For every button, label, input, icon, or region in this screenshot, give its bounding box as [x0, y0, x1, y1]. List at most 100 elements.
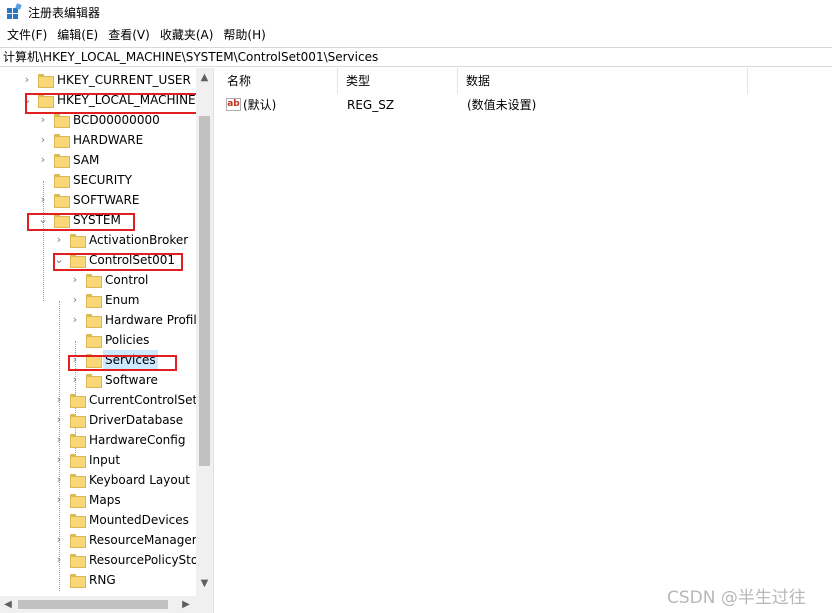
folder-icon — [54, 194, 70, 208]
tree-item-label: Hardware Profil — [105, 313, 197, 327]
tree-item-control[interactable]: › Control — [0, 270, 196, 290]
chevron-right-icon[interactable]: › — [69, 370, 81, 390]
tree-item-label: CurrentControlSet — [89, 393, 198, 407]
folder-icon — [54, 154, 70, 168]
tree-horizontal-scrollbar[interactable]: ◀ ▶ — [0, 596, 196, 613]
tree-item-resourcepolicystore[interactable]: › ResourcePolicySto — [0, 550, 199, 570]
tree-item-label: Software — [105, 373, 158, 387]
regedit-icon — [6, 3, 22, 20]
chevron-right-icon[interactable]: › — [53, 430, 65, 450]
tree-item-enum[interactable]: › Enum — [0, 290, 196, 310]
column-header-type[interactable]: 类型 — [338, 68, 458, 94]
menu-bar: 文件(F) 编辑(E) 查看(V) 收藏夹(A) 帮助(H) — [0, 24, 832, 46]
chevron-right-icon[interactable]: › — [53, 530, 65, 550]
tree-item-input[interactable]: › Input — [0, 450, 196, 470]
tree-item-label: ResourcePolicySto — [89, 553, 199, 567]
menu-file[interactable]: 文件(F) — [2, 24, 52, 46]
folder-icon — [70, 514, 86, 528]
tree-item-currentcontrolset[interactable]: › CurrentControlSet — [0, 390, 198, 410]
tree-item-maps[interactable]: › Maps — [0, 490, 196, 510]
tree-item-label: HARDWARE — [73, 133, 144, 147]
chevron-right-icon[interactable]: › — [37, 190, 49, 210]
tree-item-policies[interactable]: Policies — [0, 330, 196, 350]
tree-item-label: ActivationBroker — [89, 233, 189, 247]
folder-icon — [70, 494, 86, 508]
chevron-right-icon[interactable]: › — [21, 70, 33, 90]
folder-icon — [70, 474, 86, 488]
folder-icon — [86, 294, 102, 308]
tree-item-security[interactable]: SECURITY — [0, 170, 196, 190]
folder-icon — [70, 454, 86, 468]
folder-icon — [54, 174, 70, 188]
tree-item-label: Keyboard Layout — [89, 473, 191, 487]
scrollbar-corner — [196, 596, 213, 613]
menu-favorites[interactable]: 收藏夹(A) — [155, 24, 219, 46]
annotation-box-hklm — [25, 93, 200, 114]
menu-edit[interactable]: 编辑(E) — [52, 24, 103, 46]
annotation-box-services — [68, 355, 177, 371]
tree-expander — [37, 170, 49, 190]
tree-item-sam[interactable]: › SAM — [0, 150, 196, 170]
scroll-thumb[interactable] — [199, 116, 210, 466]
column-header-name[interactable]: 名称 — [219, 68, 338, 94]
scroll-right-icon[interactable]: ▶ — [178, 596, 194, 613]
tree-item-keyboard-layout[interactable]: › Keyboard Layout — [0, 470, 196, 490]
chevron-right-icon[interactable]: › — [53, 230, 65, 250]
scroll-left-icon[interactable]: ◀ — [0, 596, 16, 613]
tree-item-label: HKEY_CURRENT_USER — [57, 73, 191, 87]
string-value-icon: ab — [226, 98, 241, 111]
value-row[interactable]: ab (默认) REG_SZ (数值未设置) — [219, 95, 832, 115]
tree-item-mounteddevices[interactable]: MountedDevices — [0, 510, 196, 530]
tree-expander — [53, 570, 65, 590]
chevron-right-icon[interactable]: › — [69, 310, 81, 330]
chevron-right-icon[interactable]: › — [53, 550, 65, 570]
chevron-right-icon[interactable]: › — [53, 490, 65, 510]
tree-item-label: MountedDevices — [89, 513, 189, 527]
column-header-data[interactable]: 数据 — [458, 68, 748, 94]
scroll-thumb[interactable] — [18, 600, 168, 609]
tree-expander — [53, 510, 65, 530]
menu-help[interactable]: 帮助(H) — [218, 24, 270, 46]
list-header: 名称 类型 数据 — [219, 68, 832, 94]
folder-icon — [70, 234, 86, 248]
tree-item-label: Control — [105, 273, 149, 287]
scroll-up-icon[interactable]: ▲ — [196, 70, 213, 86]
menu-view[interactable]: 查看(V) — [103, 24, 155, 46]
tree-item-label: HardwareConfig — [89, 433, 186, 447]
tree-item-software-sub[interactable]: › Software — [0, 370, 196, 390]
scroll-down-icon[interactable]: ▼ — [196, 576, 213, 592]
value-type: REG_SZ — [347, 98, 395, 112]
annotation-box-system — [27, 213, 135, 231]
folder-icon — [38, 74, 54, 88]
tree-item-hkey-current-user[interactable]: › HKEY_CURRENT_USER — [0, 70, 196, 90]
tree-expander — [69, 330, 81, 350]
chevron-right-icon[interactable]: › — [69, 290, 81, 310]
key-tree: › HKEY_CURRENT_USER ⌄ HKEY_LOCAL_MACHINE… — [0, 68, 214, 613]
tree-vertical-scrollbar[interactable]: ▲ ▼ — [196, 68, 213, 596]
chevron-right-icon[interactable]: › — [37, 150, 49, 170]
tree-item-activationbroker[interactable]: › ActivationBroker — [0, 230, 196, 250]
tree-item-resourcemanager[interactable]: › ResourceManager — [0, 530, 197, 550]
folder-icon — [54, 134, 70, 148]
tree-item-driverdatabase[interactable]: › DriverDatabase — [0, 410, 196, 430]
tree-item-rng[interactable]: RNG — [0, 570, 196, 590]
tree-item-hardware-profiles[interactable]: › Hardware Profil — [0, 310, 197, 330]
chevron-right-icon[interactable]: › — [53, 390, 65, 410]
tree-item-software[interactable]: › SOFTWARE — [0, 190, 196, 210]
chevron-right-icon[interactable]: › — [53, 410, 65, 430]
tree-item-hardware[interactable]: › HARDWARE — [0, 130, 196, 150]
tree-item-hardwareconfig[interactable]: › HardwareConfig — [0, 430, 196, 450]
tree-item-label: Maps — [89, 493, 121, 507]
chevron-right-icon[interactable]: › — [69, 270, 81, 290]
tree-item-label: SAM — [73, 153, 100, 167]
tree-item-label: RNG — [89, 573, 116, 587]
tree-item-label: Enum — [105, 293, 140, 307]
chevron-right-icon[interactable]: › — [37, 130, 49, 150]
folder-icon — [70, 534, 86, 548]
chevron-right-icon[interactable]: › — [53, 470, 65, 490]
folder-icon — [54, 114, 70, 128]
address-bar[interactable]: 计算机\HKEY_LOCAL_MACHINE\SYSTEM\ControlSet… — [0, 47, 832, 67]
folder-icon — [86, 314, 102, 328]
chevron-right-icon[interactable]: › — [53, 450, 65, 470]
folder-icon — [86, 374, 102, 388]
